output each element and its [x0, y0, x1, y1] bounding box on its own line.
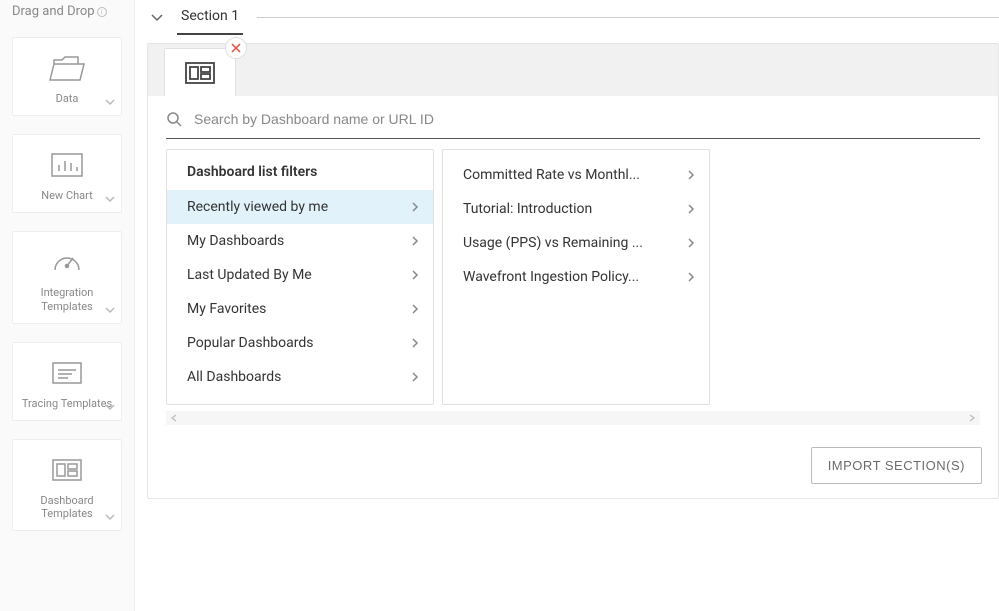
- search-icon: [166, 111, 182, 127]
- dashboard-item-label: Usage (PPS) vs Remaining ...: [463, 235, 643, 251]
- section-divider: [257, 17, 999, 18]
- palette-dashboard-templates[interactable]: Dashboard Templates: [12, 439, 122, 531]
- chevron-down-icon: [105, 307, 115, 313]
- palette-integration-templates[interactable]: Integration Templates: [12, 231, 122, 323]
- dashboard-icon: [52, 456, 82, 484]
- palette-label: Dashboard Templates: [19, 494, 115, 520]
- palette-data[interactable]: Data: [12, 37, 122, 116]
- dashboard-item[interactable]: Usage (PPS) vs Remaining ...: [443, 226, 709, 260]
- folder-icon: [48, 54, 86, 82]
- filter-item[interactable]: Recently viewed by me: [167, 190, 433, 224]
- section-collapse-toggle[interactable]: [151, 14, 163, 22]
- gauge-icon: [52, 248, 82, 276]
- dashboard-item[interactable]: Tutorial: Introduction: [443, 192, 709, 226]
- palette-tracing-templates[interactable]: Tracing Templates: [12, 342, 122, 421]
- palette-label: Tracing Templates: [22, 397, 112, 410]
- sidebar: Drag and Drop i Data: [0, 0, 135, 611]
- filter-item-label: My Dashboards: [187, 233, 284, 249]
- chevron-right-icon: [411, 303, 419, 315]
- chevron-right-icon: [411, 269, 419, 281]
- lists: Dashboard list filters Recently viewed b…: [166, 149, 980, 405]
- palette-label: Integration Templates: [19, 286, 115, 312]
- close-icon[interactable]: [225, 37, 247, 59]
- scroll-left-icon: [170, 414, 178, 422]
- search-input[interactable]: [192, 110, 980, 128]
- filter-item-label: Recently viewed by me: [187, 199, 328, 215]
- dashboard-item[interactable]: Wavefront Ingestion Policy...: [443, 260, 709, 294]
- panel: Dashboard list filters Recently viewed b…: [147, 43, 999, 499]
- dashboard-item-label: Tutorial: Introduction: [463, 201, 592, 217]
- main: Section 1: [135, 0, 999, 611]
- horizontal-scrollbar[interactable]: [166, 411, 980, 425]
- section-header: Section 1: [147, 0, 999, 35]
- filters-heading: Dashboard list filters: [167, 150, 433, 190]
- tracing-icon: [52, 359, 82, 387]
- palette-new-chart[interactable]: New Chart: [12, 134, 122, 213]
- chevron-right-icon: [411, 235, 419, 247]
- filter-item[interactable]: My Favorites: [167, 292, 433, 326]
- dashboard-item-label: Committed Rate vs Monthl...: [463, 167, 640, 183]
- filter-item-label: All Dashboards: [187, 369, 281, 385]
- filter-item-label: My Favorites: [187, 301, 266, 317]
- sidebar-title: Drag and Drop i: [12, 0, 122, 19]
- section-title[interactable]: Section 1: [177, 0, 243, 35]
- dashboard-item-label: Wavefront Ingestion Policy...: [463, 269, 639, 285]
- dashboard-icon: [185, 62, 215, 84]
- chevron-right-icon: [687, 237, 695, 249]
- chart-icon: [51, 151, 83, 179]
- results-column: Committed Rate vs Monthl... Tutorial: Int…: [442, 149, 710, 405]
- panel-footer: IMPORT SECTION(S): [148, 437, 998, 498]
- filter-item[interactable]: My Dashboards: [167, 224, 433, 258]
- filter-item[interactable]: Popular Dashboards: [167, 326, 433, 360]
- chevron-right-icon: [411, 371, 419, 383]
- scroll-right-icon: [968, 414, 976, 422]
- chevron-down-icon: [105, 99, 115, 105]
- import-sections-button[interactable]: IMPORT SECTION(S): [811, 447, 982, 484]
- tabstrip: [148, 44, 998, 96]
- chevron-right-icon: [687, 203, 695, 215]
- dashboard-item[interactable]: Committed Rate vs Monthl...: [443, 158, 709, 192]
- sidebar-title-text: Drag and Drop: [12, 4, 95, 19]
- filter-item-label: Last Updated By Me: [187, 267, 312, 283]
- panel-body: Dashboard list filters Recently viewed b…: [148, 96, 998, 437]
- chevron-right-icon: [687, 271, 695, 283]
- palette-label: Data: [56, 92, 79, 105]
- search-row: [166, 106, 980, 139]
- chevron-down-icon: [105, 196, 115, 202]
- tab-dashboard-templates[interactable]: [164, 48, 236, 96]
- info-icon[interactable]: i: [97, 7, 107, 17]
- filter-item-label: Popular Dashboards: [187, 335, 313, 351]
- chevron-down-icon: [105, 404, 115, 410]
- filter-item[interactable]: Last Updated By Me: [167, 258, 433, 292]
- chevron-right-icon: [687, 169, 695, 181]
- chevron-right-icon: [411, 201, 419, 213]
- chevron-right-icon: [411, 337, 419, 349]
- filters-column: Dashboard list filters Recently viewed b…: [166, 149, 434, 405]
- palette-label: New Chart: [41, 189, 92, 202]
- chevron-down-icon: [105, 514, 115, 520]
- filter-item[interactable]: All Dashboards: [167, 360, 433, 394]
